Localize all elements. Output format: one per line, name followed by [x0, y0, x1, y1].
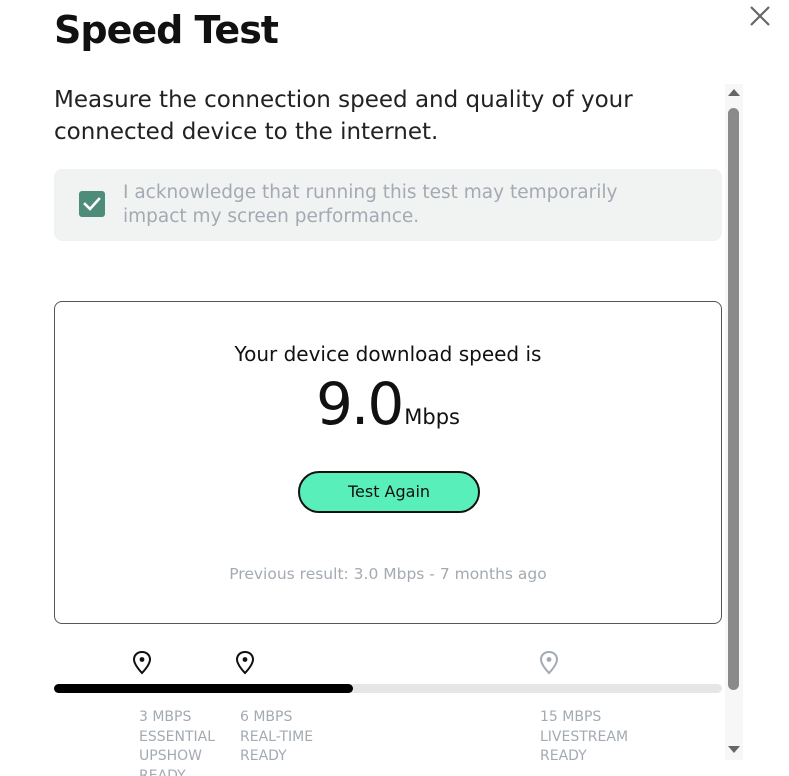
page-title: Speed Test	[54, 8, 279, 52]
milestone-pin-icon	[235, 650, 255, 676]
result-card: Your device download speed is 9.0Mbps Te…	[54, 301, 722, 624]
scroll-down-arrow-icon[interactable]	[725, 742, 743, 758]
speed-value: 9.0	[316, 370, 404, 438]
previous-result-text: Previous result: 3.0 Mbps - 7 months ago	[229, 565, 547, 583]
description-text: Measure the connection speed and quality…	[54, 87, 633, 145]
speed-readout: 9.0Mbps	[55, 370, 721, 438]
speed-unit: Mbps	[404, 405, 460, 429]
milestone-pin-icon	[132, 650, 152, 676]
test-again-button[interactable]: Test Again	[298, 471, 480, 513]
milestone-label-15mbps: 15 MBPS LIVESTREAM READY	[540, 709, 629, 764]
milestone-label-6mbps: 6 MBPS REAL-TIME READY	[240, 709, 314, 764]
vertical-scrollbar[interactable]	[725, 84, 743, 760]
checkmark-icon	[83, 197, 101, 211]
close-button[interactable]	[744, 2, 776, 34]
scroll-content[interactable]: Measure the connection speed and quality…	[0, 84, 789, 776]
speed-progress-fill	[54, 684, 353, 693]
speed-progress-track	[54, 684, 722, 693]
acknowledgement-label: I acknowledge that running this test may…	[123, 182, 618, 227]
result-heading: Your device download speed is	[234, 342, 542, 366]
scroll-up-arrow-icon[interactable]	[725, 84, 743, 100]
milestone-label-3mbps: 3 MBPS ESSENTIAL UPSHOW READY	[139, 709, 215, 776]
close-icon	[750, 6, 770, 26]
speed-test-dialog: Speed Test Measure the connection speed …	[0, 0, 789, 776]
acknowledgement-box: I acknowledge that running this test may…	[54, 169, 722, 241]
milestone-pin-icon	[539, 650, 559, 676]
acknowledgement-checkbox[interactable]	[79, 191, 105, 217]
scrollbar-thumb[interactable]	[728, 108, 739, 690]
